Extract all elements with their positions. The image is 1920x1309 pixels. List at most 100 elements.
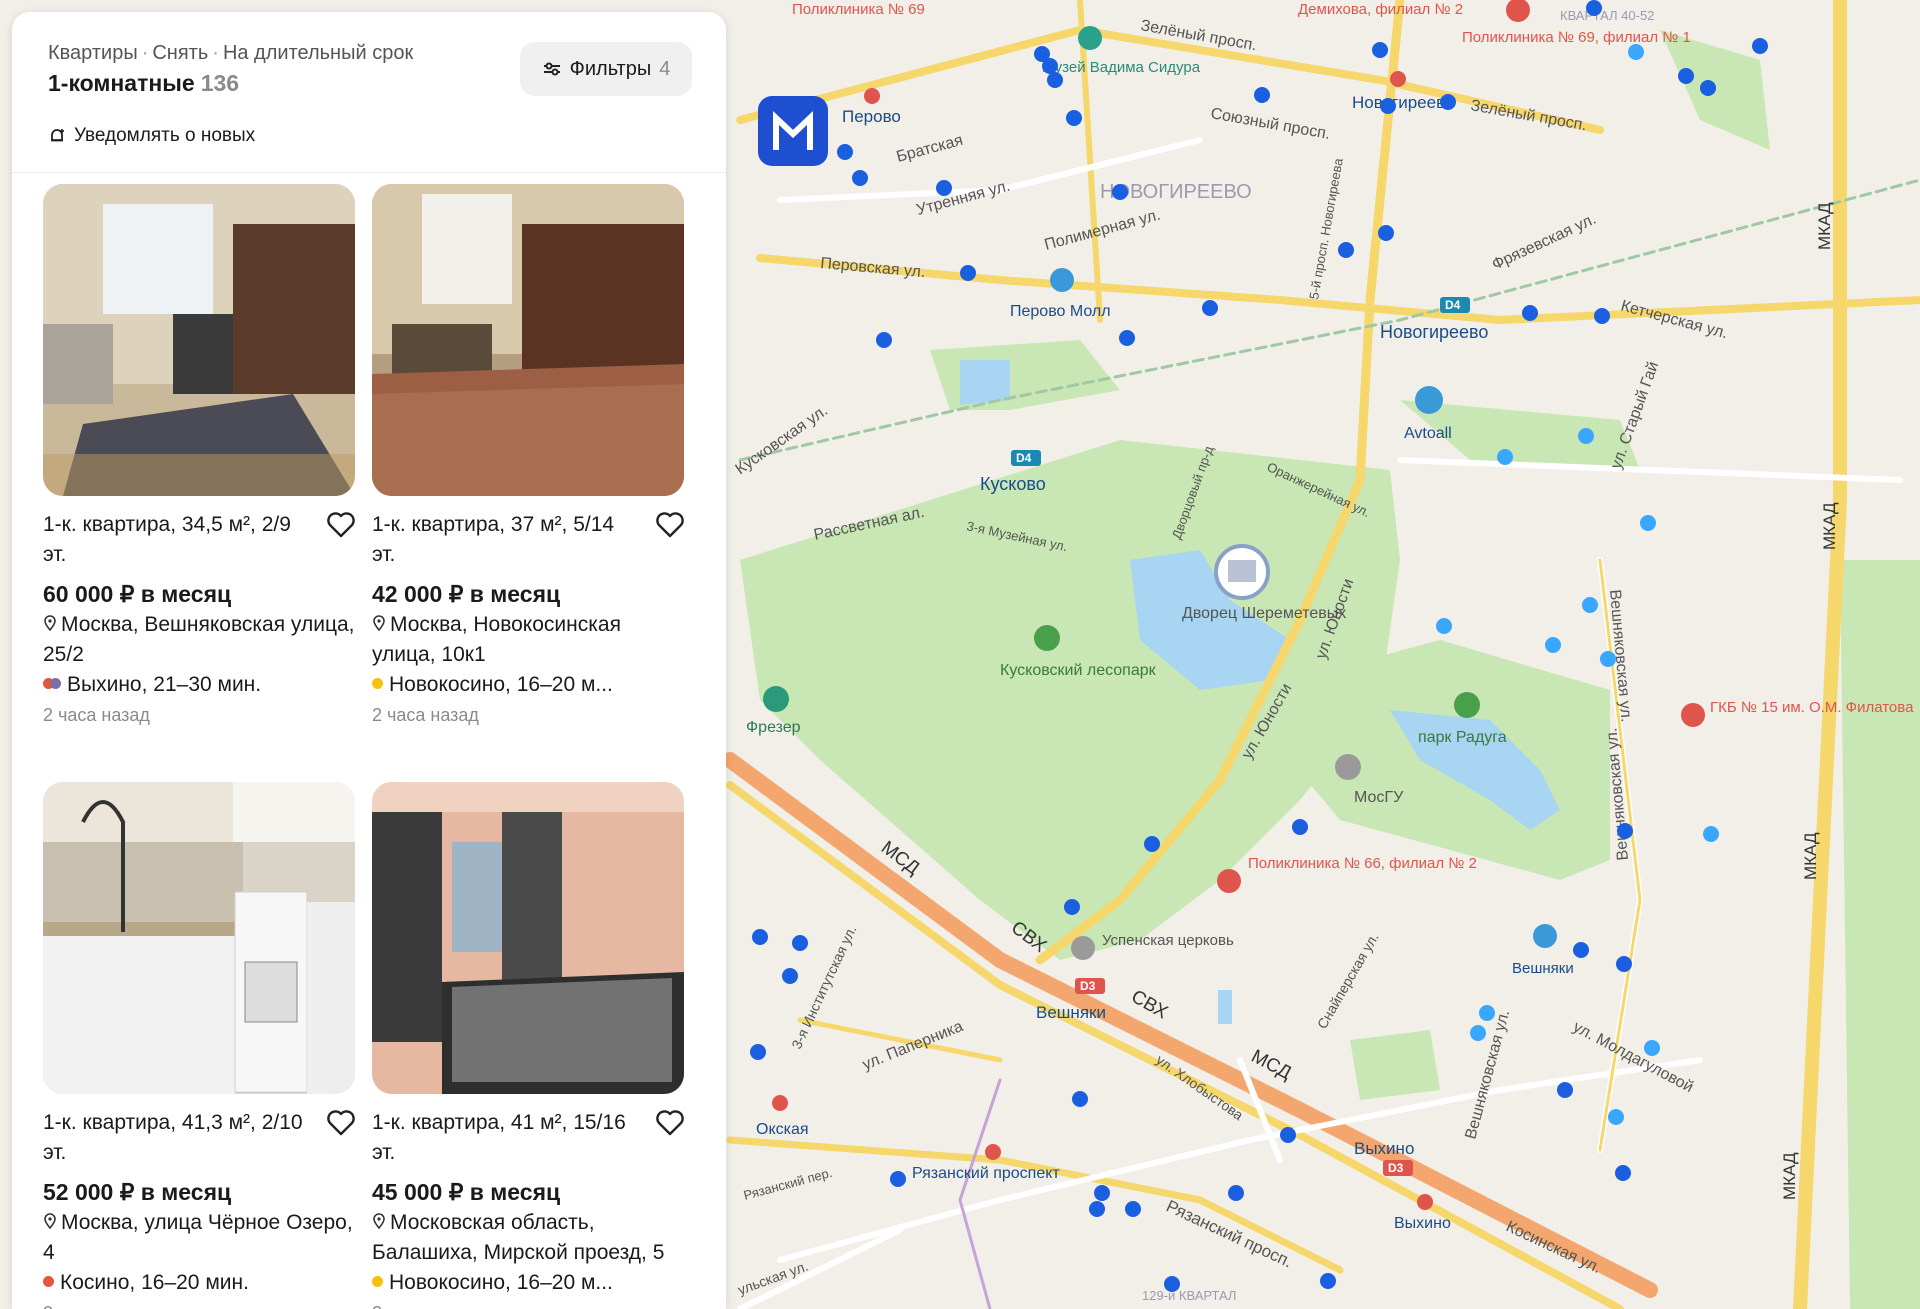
listing-marker[interactable] bbox=[752, 929, 768, 945]
listing-marker[interactable] bbox=[1628, 44, 1644, 60]
listing-marker[interactable] bbox=[876, 332, 892, 348]
listing-marker[interactable] bbox=[1678, 68, 1694, 84]
listing-marker[interactable] bbox=[1703, 826, 1719, 842]
listing-marker[interactable] bbox=[837, 144, 853, 160]
listing-marker[interactable] bbox=[1292, 819, 1308, 835]
filters-button[interactable]: Фильтры 4 bbox=[520, 42, 692, 96]
label-mkad: МКАД bbox=[1815, 202, 1834, 250]
car-service-icon bbox=[1415, 386, 1443, 414]
listing-marker[interactable] bbox=[782, 968, 798, 984]
listing-marker[interactable] bbox=[1582, 597, 1598, 613]
listing-marker[interactable] bbox=[1064, 899, 1080, 915]
listing-marker[interactable] bbox=[936, 180, 952, 196]
listing-marker[interactable] bbox=[1202, 300, 1218, 316]
listing-marker[interactable] bbox=[1320, 1273, 1336, 1289]
listing-marker[interactable] bbox=[1594, 308, 1610, 324]
listing-marker[interactable] bbox=[1047, 72, 1063, 88]
breadcrumb-apartments[interactable]: Квартиры bbox=[48, 42, 138, 64]
listing-photo[interactable] bbox=[372, 184, 684, 496]
listing-card[interactable]: 1-к. квартира, 41 м², 15/16 эт. 45 000 ₽… bbox=[372, 782, 686, 1309]
filters-count: 4 bbox=[659, 57, 671, 80]
listing-marker[interactable] bbox=[960, 265, 976, 281]
university-icon bbox=[1335, 754, 1361, 780]
listing-photo[interactable] bbox=[372, 782, 684, 1094]
listing-title[interactable]: 1-к. квартира, 34,5 м², 2/9 эт. bbox=[43, 510, 305, 570]
listing-marker[interactable] bbox=[1440, 94, 1456, 110]
app-logo-pin[interactable] bbox=[758, 96, 828, 166]
listing-marker[interactable] bbox=[852, 170, 868, 186]
listing-marker[interactable] bbox=[1072, 1091, 1088, 1107]
listing-photo[interactable] bbox=[43, 782, 355, 1094]
listing-title[interactable]: 1-к. квартира, 37 м², 5/14 эт. bbox=[372, 510, 634, 570]
label-poi: МосГУ bbox=[1354, 789, 1404, 806]
listing-marker[interactable] bbox=[1615, 1165, 1631, 1181]
listing-marker[interactable] bbox=[1497, 449, 1513, 465]
shop-icon bbox=[1533, 924, 1557, 948]
breadcrumb-long-term[interactable]: На длительный срок bbox=[223, 42, 413, 64]
listing-card[interactable]: 1-к. квартира, 37 м², 5/14 эт. 42 000 ₽ … bbox=[372, 184, 686, 725]
listing-marker[interactable] bbox=[1586, 0, 1602, 16]
medical-icon bbox=[1681, 703, 1705, 727]
listing-marker[interactable] bbox=[1479, 1005, 1495, 1021]
listing-marker[interactable] bbox=[1600, 651, 1616, 667]
listing-marker[interactable] bbox=[1378, 225, 1394, 241]
listing-marker[interactable] bbox=[1066, 110, 1082, 126]
notify-label: Уведомлять о новых bbox=[74, 125, 256, 146]
listing-marker[interactable] bbox=[1372, 42, 1388, 58]
listing-title[interactable]: 1-к. квартира, 41,3 м², 2/10 эт. bbox=[43, 1108, 305, 1168]
listing-marker[interactable] bbox=[1545, 637, 1561, 653]
metro-line-dot bbox=[43, 1275, 54, 1287]
listing-marker[interactable] bbox=[1752, 38, 1768, 54]
metro-line-dot bbox=[372, 1275, 383, 1287]
listing-marker[interactable] bbox=[1522, 305, 1538, 321]
listing-marker[interactable] bbox=[1700, 80, 1716, 96]
listing-marker[interactable] bbox=[1164, 1276, 1180, 1292]
listing-marker[interactable] bbox=[1557, 1082, 1573, 1098]
favorite-heart-icon[interactable] bbox=[327, 1110, 355, 1136]
listing-marker[interactable] bbox=[1578, 428, 1594, 444]
listing-title[interactable]: 1-к. квартира, 41 м², 15/16 эт. bbox=[372, 1108, 634, 1168]
notify-button[interactable]: Уведомлять о новых bbox=[48, 125, 255, 147]
listing-marker[interactable] bbox=[1338, 242, 1354, 258]
listing-time: 2 часа назад bbox=[43, 1298, 357, 1309]
listing-marker[interactable] bbox=[1094, 1185, 1110, 1201]
listing-card[interactable]: 1-к. квартира, 41,3 м², 2/10 эт. 52 000 … bbox=[43, 782, 357, 1309]
listing-marker[interactable] bbox=[1617, 823, 1633, 839]
listing-marker[interactable] bbox=[1608, 1109, 1624, 1125]
listing-marker[interactable] bbox=[1280, 1127, 1296, 1143]
listing-marker[interactable] bbox=[1228, 1185, 1244, 1201]
listing-address-text: Москва, улица Чёрное Озеро, 4 bbox=[43, 1211, 353, 1264]
listing-marker[interactable] bbox=[1380, 98, 1396, 114]
park-icon bbox=[1034, 625, 1060, 651]
listing-marker[interactable] bbox=[1042, 58, 1058, 74]
listing-marker[interactable] bbox=[1119, 330, 1135, 346]
listing-marker[interactable] bbox=[1470, 1025, 1486, 1041]
breadcrumb-rent[interactable]: Снять bbox=[152, 42, 208, 64]
listing-marker[interactable] bbox=[1125, 1201, 1141, 1217]
listing-marker[interactable] bbox=[1436, 618, 1452, 634]
favorite-heart-icon[interactable] bbox=[656, 1110, 684, 1136]
filters-label: Фильтры bbox=[569, 57, 652, 80]
listing-photo[interactable] bbox=[43, 184, 355, 496]
favorite-heart-icon[interactable] bbox=[656, 512, 684, 538]
listing-marker[interactable] bbox=[1144, 836, 1160, 852]
label-metro: Выхино bbox=[1394, 1215, 1451, 1232]
listing-card[interactable]: 1-к. квартира, 34,5 м², 2/9 эт. 60 000 ₽… bbox=[43, 184, 357, 725]
favorite-heart-icon[interactable] bbox=[327, 512, 355, 538]
listing-marker[interactable] bbox=[750, 1044, 766, 1060]
metro-icon bbox=[864, 88, 880, 104]
listing-marker[interactable] bbox=[890, 1171, 906, 1187]
listing-marker[interactable] bbox=[1616, 956, 1632, 972]
listing-marker[interactable] bbox=[1112, 184, 1128, 200]
listing-metro-text: Новокосино, 16–20 м... bbox=[389, 673, 613, 696]
label-poi: Фрезер bbox=[746, 719, 801, 736]
label-hospital: ГКБ № 15 им. О.М. Филатова bbox=[1710, 699, 1914, 716]
listing-marker[interactable] bbox=[792, 935, 808, 951]
listing-marker[interactable] bbox=[1573, 942, 1589, 958]
listing-marker[interactable] bbox=[1640, 515, 1656, 531]
listing-address: Москва, Новокосинская улица, 10к1 bbox=[372, 610, 686, 670]
listing-marker[interactable] bbox=[1089, 1201, 1105, 1217]
listing-price: 42 000 ₽ в месяц bbox=[372, 581, 561, 607]
listing-marker[interactable] bbox=[1254, 87, 1270, 103]
listing-marker[interactable] bbox=[1644, 1040, 1660, 1056]
